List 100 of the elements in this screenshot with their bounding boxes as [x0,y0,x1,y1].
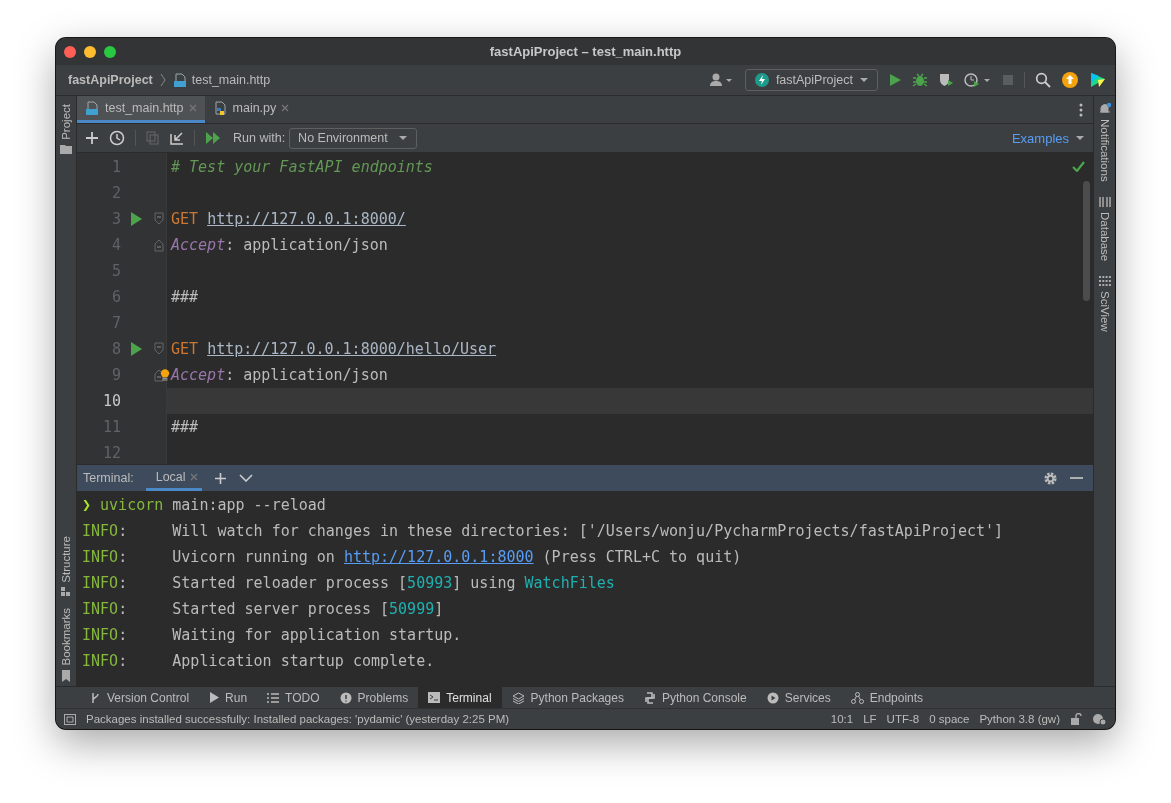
fold-icon[interactable] [153,368,164,382]
status-item[interactable]: Python 3.8 (gw) [979,713,1060,725]
lightning-icon [753,72,770,88]
minimize-icon[interactable] [1070,476,1083,480]
tool-window-tab[interactable]: TODO [257,687,330,708]
run-all-icon[interactable] [205,131,221,145]
terminal-line: INFO: Started reloader process [50993] using WatchFiles [82,573,615,594]
terminal-line: INFO: Uvicorn running on http://127.0.0.1:8000 (Press CTRL+C to quit) [82,547,742,568]
line-number: 10 [101,392,121,410]
tool-window-tab[interactable]: Project [56,96,76,158]
app-logo-icon[interactable] [1089,71,1107,89]
minimize-button[interactable] [84,45,96,58]
settings-icon[interactable] [1043,470,1058,486]
layers-icon [511,691,525,704]
terminal-line: INFO: Started server process [50999] [82,599,444,620]
add-icon[interactable] [85,131,99,145]
chevron-down-icon[interactable] [238,474,253,482]
profiler-icon[interactable] [964,72,992,88]
add-icon[interactable] [213,471,227,485]
breadcrumb-link[interactable]: fastApiProject [68,73,153,87]
scrollbar[interactable] [1083,181,1090,301]
inspector-icon[interactable] [1092,712,1107,726]
tool-window-tab[interactable]: Run [199,687,258,708]
code-line: ### [171,418,199,436]
terminal-link[interactable]: http://127.0.0.1:8000 [343,548,534,566]
terminal-line: INFO: Waiting for application startup. [82,625,462,646]
code-line: Accept: application/json [171,366,388,384]
run-icon[interactable] [130,342,142,356]
tool-window-tab[interactable]: Notifications [1094,96,1115,190]
run-config-dropdown[interactable]: fastApiProject [744,69,878,91]
python-file-icon [212,100,228,116]
run-with-label: Run with: [233,131,286,145]
more-icon[interactable] [1079,102,1083,117]
user-icon[interactable] [708,72,735,88]
terminal-icon [428,692,441,703]
terminal-line: INFO: Application startup complete. [82,651,435,672]
import-icon[interactable] [170,131,184,145]
structure-icon [60,586,72,597]
code-line: # Test your FastAPI endpoints [171,158,433,176]
lightbulb-icon[interactable] [160,368,170,382]
history-icon[interactable] [109,130,125,146]
tool-window-tab[interactable]: Services [756,687,841,708]
status-message: Packages installed successfully: Installed packages: 'pydamic' (yesterday 2:25 PM) [86,713,510,725]
tool-window-tab[interactable]: Version Control [80,687,200,708]
caret-icon [1075,135,1085,141]
tool-window-tab[interactable]: Problems [329,687,419,708]
bookmark-icon [60,670,72,682]
code-line: ### [171,288,199,306]
breadcrumb-link[interactable]: test_main.http [191,73,271,87]
tool-window-tab[interactable]: Bookmarks [56,600,76,686]
examples-link[interactable]: Examples [1011,130,1085,146]
status-item[interactable]: 10:1 [830,713,854,725]
branch-icon [90,691,101,704]
zoom-button[interactable] [104,45,116,58]
shield-icon[interactable] [938,72,954,88]
tool-window-tab[interactable]: Endpoints [840,687,934,708]
python-icon [643,691,656,704]
chevron-icon [159,73,166,87]
code-line: GET http://127.0.0.1:8000/hello/User [171,340,497,358]
status-item[interactable]: 0 space [929,713,970,725]
play-circle-icon [766,691,779,704]
bell-icon [1098,102,1111,115]
editor-tab[interactable]: main.py [204,96,298,123]
caret-icon [397,135,408,141]
close-button[interactable] [64,45,76,58]
file-icon [172,72,188,88]
bug-icon[interactable] [912,72,928,88]
search-icon[interactable] [1035,72,1051,88]
list-icon [267,692,280,703]
caret-icon [859,77,869,83]
run-icon[interactable] [130,212,142,226]
tool-window-tab[interactable]: Python Packages [501,687,634,708]
run-icon[interactable] [888,73,902,87]
environment-dropdown[interactable]: No Environment [289,127,417,149]
status-item[interactable]: LF [863,713,877,725]
tool-window-tab[interactable]: Terminal [418,687,502,708]
status-item[interactable]: UTF-8 [886,713,920,725]
terminal-line: ❯ uvicorn main:app --reload [82,495,326,516]
panel-toggle-icon[interactable] [64,713,76,725]
update-icon[interactable] [1061,71,1079,89]
folder-icon [60,143,72,154]
grid-icon [1098,274,1111,287]
file-icon [85,100,100,116]
play-icon [209,692,220,703]
database-icon [1098,195,1111,208]
check-icon [1072,161,1085,172]
lock-icon[interactable] [1070,713,1082,725]
tool-window-tab[interactable]: Database [1094,189,1115,269]
code-line: Accept: application/json [171,236,388,254]
tool-window-tab[interactable]: Python Console [633,687,757,708]
terminal-label: Terminal: [83,471,134,485]
close-icon[interactable] [281,104,290,112]
terminal-line: INFO: Will watch for changes in these directories: ['/Users/wonju/PycharmProjects/fastApiProject'] [82,521,1004,542]
window-title: fastApiProject – test_main.http [489,44,682,59]
alert-icon [339,691,352,704]
editor-tab[interactable]: test_main.http [77,96,205,123]
tool-window-tab[interactable]: SciView [1094,268,1115,340]
nodes-icon [850,691,864,704]
code-line: GET http://127.0.0.1:8000/ [171,210,406,228]
tool-window-tab[interactable]: Structure [56,527,76,601]
